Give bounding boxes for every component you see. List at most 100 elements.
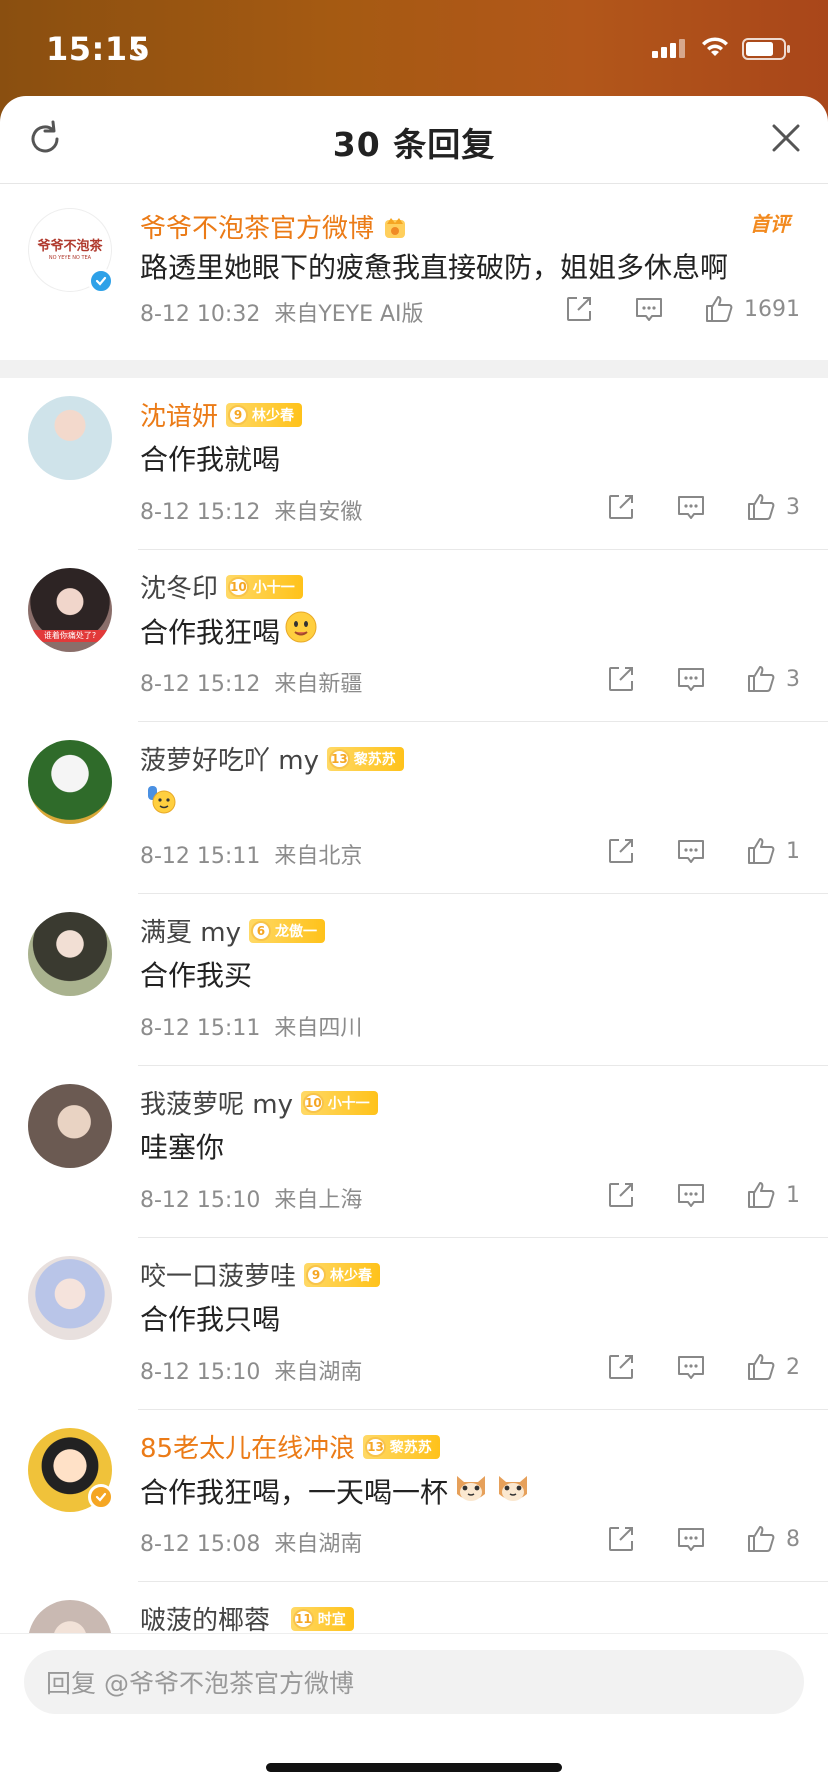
like-count: 3	[786, 494, 800, 520]
avatar[interactable]	[28, 912, 112, 996]
reply-item[interactable]: 85老太儿在线冲浪 13 黎苏苏 合作我狂喝，一天喝一杯 8-12 15:08 来…	[0, 1410, 828, 1582]
reply-meta: 8-12 15:12 来自安徽	[140, 494, 362, 526]
reply-item[interactable]: 菠萝好吃吖 my 13 黎苏苏 8-12 15:11 来自北京 1	[0, 722, 828, 894]
share-icon[interactable]	[606, 492, 636, 522]
share-icon[interactable]	[564, 294, 594, 324]
reply-username[interactable]: 85老太儿在线冲浪 13 黎苏苏	[140, 1428, 440, 1465]
reply-actions: 1	[606, 836, 800, 866]
like-button[interactable]: 1691	[704, 294, 800, 324]
wifi-icon	[702, 37, 728, 56]
reply-text-content: 合作我狂喝，一天喝一杯	[140, 1475, 449, 1509]
section-divider	[0, 360, 828, 378]
like-button[interactable]: 1	[746, 836, 800, 866]
comment-username[interactable]: 爷爷不泡茶官方微博	[140, 208, 410, 245]
brand-logo-subtext: NO YEYE NO TEA	[48, 255, 92, 261]
reply-item[interactable]: 谁着你痛处了? 沈冬印 10 小十一 合作我狂喝 8-12 15:12 来自新疆	[0, 550, 828, 722]
avatar[interactable]	[28, 396, 112, 480]
comment-icon[interactable]	[634, 294, 664, 324]
reply-username[interactable]: 啵菠的椰蓉_ 11 时宜	[140, 1600, 354, 1637]
fan-badge: 6 龙傲一	[248, 918, 325, 943]
root-comment: 爷爷不泡茶 NO YEYE NO TEA 爷爷不泡茶官方微博 首评 路透里她眼下…	[0, 184, 828, 360]
comment-icon[interactable]	[676, 1524, 706, 1554]
comment-icon[interactable]	[676, 492, 706, 522]
username-text: 满夏 my	[140, 918, 241, 948]
reply-username[interactable]: 满夏 my 6 龙傲一	[140, 912, 325, 949]
like-button[interactable]: 1	[746, 1180, 800, 1210]
reply-item[interactable]: 满夏 my 6 龙傲一 合作我买 8-12 15:11 来自四川	[0, 894, 828, 1066]
thumbs-up-icon	[748, 1182, 775, 1208]
share-icon[interactable]	[606, 836, 636, 866]
reply-text: 合作我买	[140, 954, 252, 994]
avatar[interactable]	[28, 1256, 112, 1340]
reply-time: 8-12 15:08	[140, 1532, 261, 1557]
reply-username[interactable]: 咬一口菠萝哇 9 林少春	[140, 1256, 381, 1293]
share-icon[interactable]	[606, 664, 636, 694]
reply-meta: 8-12 15:10 来自上海	[140, 1182, 362, 1214]
thumbs-up-icon	[748, 1354, 775, 1380]
reply-time: 8-12 15:11	[140, 1016, 261, 1041]
comment-icon[interactable]	[676, 664, 706, 694]
reply-time: 8-12 15:12	[140, 500, 261, 525]
fan-level: 13	[365, 1436, 386, 1457]
reply-username[interactable]: 沈冬印 10 小十一	[140, 568, 303, 605]
fan-name: 龙傲一	[274, 923, 317, 940]
like-button[interactable]: 2	[746, 1352, 800, 1382]
like-button[interactable]: 3	[746, 664, 800, 694]
comment-icon[interactable]	[676, 836, 706, 866]
avatar[interactable]: 谁着你痛处了?	[28, 568, 112, 652]
reply-meta: 8-12 15:12 来自新疆	[140, 666, 362, 698]
close-icon[interactable]	[768, 120, 804, 156]
status-bar: 15:15	[0, 0, 828, 96]
comment-actions: 1691	[564, 294, 800, 324]
like-button[interactable]: 3	[746, 492, 800, 522]
share-icon[interactable]	[606, 1524, 636, 1554]
first-comment-badge: 首评	[750, 212, 790, 236]
verified-badge-icon	[88, 268, 114, 294]
share-icon[interactable]	[606, 1180, 636, 1210]
reply-source: 来自四川	[274, 1016, 363, 1041]
reply-source: 来自湖南	[274, 1532, 363, 1557]
reply-text-content: 哇塞你	[140, 1131, 225, 1164]
fan-name: 小十一	[327, 1095, 370, 1112]
reply-time: 8-12 15:11	[140, 844, 261, 869]
thumbs-up-icon	[748, 838, 775, 864]
comment-icon[interactable]	[676, 1180, 706, 1210]
avatar-caption: 谁着你痛处了?	[28, 630, 112, 642]
sheet-header: 30 条回复	[0, 96, 828, 184]
username-text: 啵菠的椰蓉_	[140, 1606, 284, 1636]
reply-source: 来自湖南	[274, 1360, 363, 1385]
avatar[interactable]	[28, 1084, 112, 1168]
thumbs-up-icon	[748, 666, 775, 692]
avatar[interactable]	[28, 740, 112, 824]
fan-badge: 9 林少春	[226, 402, 303, 427]
reply-username[interactable]: 沈谙妍 9 林少春	[140, 396, 303, 433]
comment-icon[interactable]	[676, 1352, 706, 1382]
home-indicator	[266, 1763, 562, 1772]
reply-meta: 8-12 15:10 来自湖南	[140, 1354, 362, 1386]
reply-actions: 3	[606, 492, 800, 522]
share-icon[interactable]	[606, 1352, 636, 1382]
fan-name: 小十一	[252, 579, 295, 596]
fan-name: 林少春	[252, 407, 295, 424]
reply-input[interactable]: 回复 @爷爷不泡茶官方微博	[24, 1650, 804, 1714]
like-count: 2	[786, 1354, 800, 1380]
fan-badge: 10 小十一	[226, 574, 303, 599]
cat-face-emoji	[452, 1470, 490, 1511]
fan-badge: 13 黎苏苏	[363, 1434, 440, 1459]
like-count: 1691	[744, 296, 800, 322]
reply-username[interactable]: 我菠萝呢 my 10 小十一	[140, 1084, 378, 1121]
reply-username[interactable]: 菠萝好吃吖 my 13 黎苏苏	[140, 740, 404, 777]
thumbs-up-icon	[748, 494, 775, 520]
fan-level: 9	[228, 404, 249, 425]
username-text: 菠萝好吃吖 my	[140, 746, 319, 776]
reply-actions: 8	[606, 1524, 800, 1554]
reply-text-content: 合作我狂喝	[140, 615, 281, 649]
like-button[interactable]: 8	[746, 1524, 800, 1554]
reply-item[interactable]: 我菠萝呢 my 10 小十一 哇塞你 8-12 15:10 来自上海 1	[0, 1066, 828, 1238]
fan-name: 黎苏苏	[353, 751, 396, 768]
brand-logo-text: 爷爷不泡茶	[37, 239, 103, 254]
reply-item[interactable]: 咬一口菠萝哇 9 林少春 合作我只喝 8-12 15:10 来自湖南 2	[0, 1238, 828, 1410]
moon-icon	[133, 38, 148, 56]
reply-source: 来自上海	[274, 1188, 363, 1213]
reply-item[interactable]: 沈谙妍 9 林少春 合作我就喝 8-12 15:12 来自安徽 3	[0, 378, 828, 550]
